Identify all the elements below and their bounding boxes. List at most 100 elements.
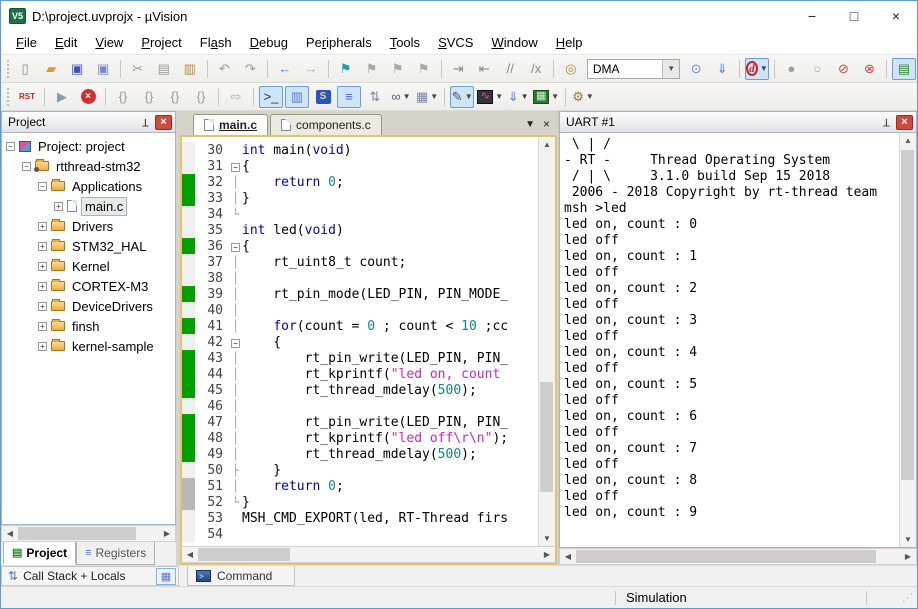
indent-button[interactable]: ⇥ [446, 58, 470, 80]
dropdown-icon[interactable]: ▼ [521, 92, 529, 101]
fold-collapse-icon[interactable]: − [231, 243, 240, 252]
menu-file[interactable]: File [7, 31, 46, 54]
uart-terminal[interactable]: \ | /- RT - Thread Operating System / | … [560, 133, 899, 547]
find-in-files-button[interactable]: ◎ [559, 58, 583, 80]
scroll-up-icon[interactable]: ▲ [539, 137, 555, 152]
paste-button[interactable]: ▥ [178, 58, 202, 80]
call-stack-window-button[interactable]: ⇅ [363, 86, 387, 108]
fold-collapse-icon[interactable]: − [231, 339, 240, 348]
outdent-button[interactable]: ⇤ [472, 58, 496, 80]
call-stack-bar[interactable]: ⇅ Call Stack + Locals ▦ [1, 566, 179, 586]
uart-horizontal-scrollbar[interactable]: ◀ ▶ [559, 548, 917, 565]
step-button[interactable]: {} [111, 86, 135, 108]
analysis-windows-button[interactable]: ∿▼ [476, 86, 504, 108]
menu-window[interactable]: Window [482, 31, 546, 54]
expand-icon[interactable]: + [38, 302, 47, 311]
dropdown-icon[interactable]: ▼ [465, 92, 473, 101]
save-all-button[interactable]: ▣ [91, 58, 115, 80]
toolbar-grip[interactable] [6, 59, 9, 79]
scroll-right-icon[interactable]: ▶ [159, 526, 175, 541]
menu-view[interactable]: View [86, 31, 132, 54]
menu-edit[interactable]: Edit [46, 31, 86, 54]
incremental-find-button[interactable]: ⇓ [710, 58, 734, 80]
expand-icon[interactable]: + [38, 262, 47, 271]
disassembly-window-button[interactable]: ▥ [285, 86, 309, 108]
fold-collapse-icon[interactable]: − [231, 163, 240, 172]
editor-horizontal-scrollbar[interactable]: ◀ ▶ [182, 546, 555, 563]
collapse-icon[interactable]: − [6, 142, 15, 151]
step-over-button[interactable]: {} [137, 86, 161, 108]
command-window-button[interactable]: >_ [259, 86, 283, 108]
start-stop-debug-button[interactable]: d▼ [745, 58, 769, 80]
tree-item-kernel-sample[interactable]: +kernel-sample [2, 336, 175, 356]
symbol-window-button[interactable]: S [311, 86, 335, 108]
step-out-button[interactable]: {} [163, 86, 187, 108]
disable-all-breakpoints-button[interactable]: ⊘ [831, 58, 855, 80]
pin-icon[interactable]: Τ [878, 115, 894, 130]
expand-icon[interactable]: + [38, 282, 47, 291]
scroll-left-icon[interactable]: ◀ [182, 547, 198, 562]
command-tab[interactable]: > Command [187, 566, 295, 586]
pin-icon[interactable]: Τ [137, 115, 153, 130]
tree-item-main-c[interactable]: +main.c [2, 196, 175, 216]
dropdown-icon[interactable]: ▼ [430, 92, 438, 101]
open-folder-button[interactable]: ▰ [39, 58, 63, 80]
dropdown-icon[interactable]: ▼ [760, 64, 768, 73]
tab-registers[interactable]: ≡ Registers [76, 542, 155, 565]
system-viewer-windows-button[interactable]: ▦▼ [532, 86, 560, 108]
comment-button[interactable]: // [498, 58, 522, 80]
tab-project[interactable]: ▤ Project [3, 542, 76, 565]
toolbar-grip[interactable] [6, 87, 11, 107]
find-combo-box[interactable]: DMA▼ [587, 59, 680, 79]
menu-flash[interactable]: Flash [191, 31, 241, 54]
navigate-forward-button[interactable]: → [299, 58, 323, 80]
new-file-button[interactable]: ▯ [13, 58, 37, 80]
scroll-down-icon[interactable]: ▼ [539, 531, 555, 546]
bookmark-toggle-button[interactable]: ⚑ [334, 58, 358, 80]
expand-icon[interactable]: + [38, 342, 47, 351]
tree-item-cortex-m3[interactable]: +CORTEX-M3 [2, 276, 175, 296]
close-document-icon[interactable]: × [543, 117, 550, 131]
tree-item-rtthread-stm32[interactable]: −rtthread-stm32 [2, 156, 175, 176]
dropdown-icon[interactable]: ▼ [551, 92, 559, 101]
tree-item-stm32-hal[interactable]: +STM32_HAL [2, 236, 175, 256]
uart-vertical-scrollbar[interactable]: ▲ ▼ [899, 133, 916, 547]
scroll-down-icon[interactable]: ▼ [900, 532, 916, 547]
project-window-button[interactable]: ▤ [892, 58, 916, 80]
trace-windows-button[interactable]: ⇓▼ [506, 86, 530, 108]
tree-item-project-project[interactable]: −Project: project [2, 136, 175, 156]
find-next-button[interactable]: ⊙ [684, 58, 708, 80]
insert-breakpoint-button[interactable]: ● [779, 58, 803, 80]
menu-debug[interactable]: Debug [241, 31, 297, 54]
combo-dropdown-icon[interactable]: ▼ [662, 60, 679, 78]
uncomment-button[interactable]: /x [524, 58, 548, 80]
code-editor[interactable]: 30int main(void)31−{32│ return 0;33│}34└… [182, 137, 538, 546]
watch-windows-button[interactable]: ∞▼ [389, 86, 413, 108]
menu-svcs[interactable]: SVCS [429, 31, 482, 54]
scroll-left-icon[interactable]: ◀ [2, 526, 18, 541]
dropdown-icon[interactable]: ▼ [495, 92, 503, 101]
memory-windows-button[interactable]: ▦▼ [415, 86, 439, 108]
collapse-icon[interactable]: − [22, 162, 31, 171]
tree-item-devicedrivers[interactable]: +DeviceDrivers [2, 296, 175, 316]
serial-windows-button[interactable]: ✎▼ [450, 86, 474, 108]
tree-item-applications[interactable]: −Applications [2, 176, 175, 196]
enable-breakpoint-button[interactable]: ○ [805, 58, 829, 80]
expand-icon[interactable]: + [54, 202, 63, 211]
scroll-left-icon[interactable]: ◀ [560, 549, 576, 564]
uart-panel-close-icon[interactable]: × [896, 115, 913, 130]
run-to-cursor-button[interactable]: {} [189, 86, 213, 108]
undo-button[interactable]: ↶ [212, 58, 236, 80]
menu-tools[interactable]: Tools [381, 31, 429, 54]
stop-button[interactable]: × [76, 86, 100, 108]
redo-button[interactable]: ↷ [238, 58, 262, 80]
document-list-icon[interactable]: ▼ [525, 119, 535, 130]
project-horizontal-scrollbar[interactable]: ◀ ▶ [1, 525, 176, 542]
bookmark-next-button[interactable]: ⚑ [360, 58, 384, 80]
bookmark-clear-all-button[interactable]: ⚑ [412, 58, 436, 80]
run-button[interactable]: ▶ [50, 86, 74, 108]
scroll-right-icon[interactable]: ▶ [539, 547, 555, 562]
close-button[interactable]: × [875, 1, 917, 31]
memory-window-button[interactable]: ▦ [156, 568, 176, 585]
tree-item-drivers[interactable]: +Drivers [2, 216, 175, 236]
